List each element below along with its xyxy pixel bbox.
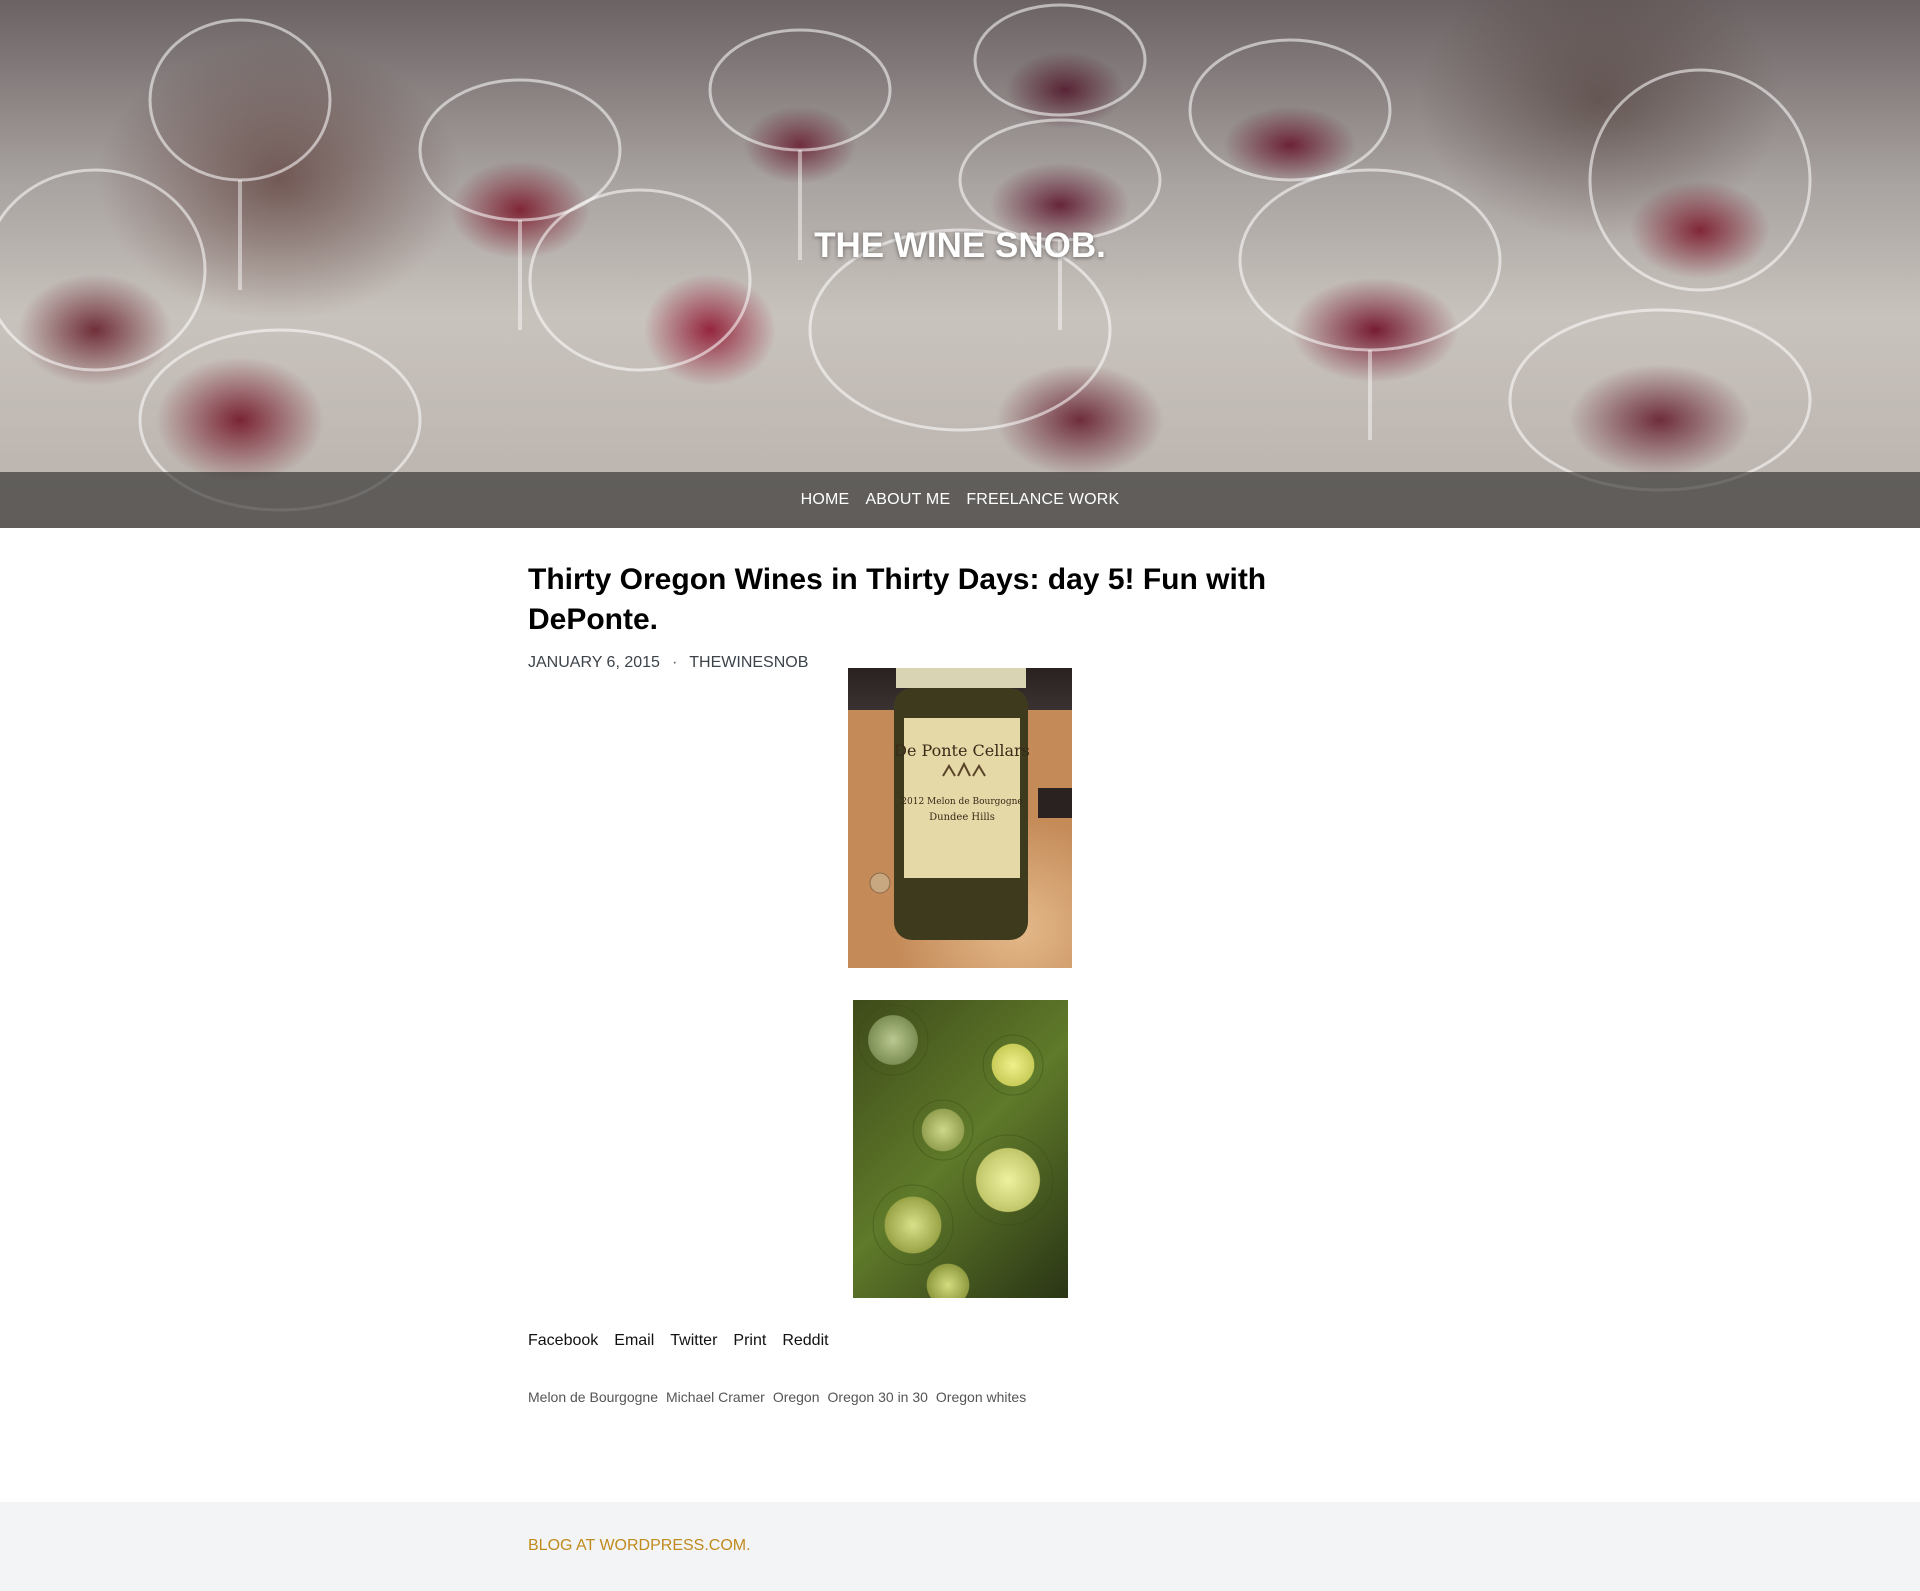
site-title[interactable]: THE WINE SNOB. <box>0 226 1920 266</box>
post-title[interactable]: Thirty Oregon Wines in Thirty Days: day … <box>528 560 1392 640</box>
tag-link[interactable]: Oregon 30 in 30 <box>828 1389 928 1405</box>
post-tags: Melon de Bourgogne Michael Cramer Oregon… <box>528 1389 1026 1405</box>
post-author[interactable]: THEWINESNOB <box>689 654 808 672</box>
header-image: THE WINE SNOB. HOME ABOUT ME FREELANCE W… <box>0 0 1920 528</box>
bottle-label-name: De Ponte Cellars <box>894 741 1030 760</box>
wine-bottle-photo[interactable]: De Ponte Cellars 2012 Melon de Bourgogne… <box>848 668 1072 968</box>
tag-link[interactable]: Michael Cramer <box>666 1389 765 1405</box>
share-facebook-link[interactable]: Facebook <box>528 1332 598 1350</box>
grape-cluster-illustration <box>857 1004 1054 1266</box>
wine-bottle-illustration: De Ponte Cellars 2012 Melon de Bourgogne… <box>869 668 1072 940</box>
share-twitter-link[interactable]: Twitter <box>670 1332 717 1350</box>
post-date[interactable]: JANUARY 6, 2015 <box>528 654 660 672</box>
nav-item-home[interactable]: HOME <box>801 491 850 509</box>
share-print-link[interactable]: Print <box>733 1332 766 1350</box>
tag-link[interactable]: Oregon <box>773 1389 820 1405</box>
tag-link[interactable]: Melon de Bourgogne <box>528 1389 658 1405</box>
wordpress-credit-link[interactable]: BLOG AT WORDPRESS.COM. <box>528 1537 751 1555</box>
share-reddit-link[interactable]: Reddit <box>782 1332 828 1350</box>
grapes-photo[interactable] <box>853 1000 1068 1298</box>
site-footer: BLOG AT WORDPRESS.COM. <box>0 1502 1920 1591</box>
bottle-label-varietal: 2012 Melon de Bourgogne <box>901 797 1022 807</box>
post-content: Thirty Oregon Wines in Thirty Days: day … <box>528 560 1392 672</box>
share-links: Facebook Email Twitter Print Reddit <box>528 1332 829 1350</box>
meta-separator: · <box>671 654 678 671</box>
nav-item-freelance-work[interactable]: FREELANCE WORK <box>966 491 1119 509</box>
main-navigation: HOME ABOUT ME FREELANCE WORK <box>0 472 1920 528</box>
nav-item-about-me[interactable]: ABOUT ME <box>865 491 950 509</box>
bottle-label-region: Dundee Hills <box>929 812 995 823</box>
tag-link[interactable]: Oregon whites <box>936 1389 1026 1405</box>
share-email-link[interactable]: Email <box>614 1332 654 1350</box>
